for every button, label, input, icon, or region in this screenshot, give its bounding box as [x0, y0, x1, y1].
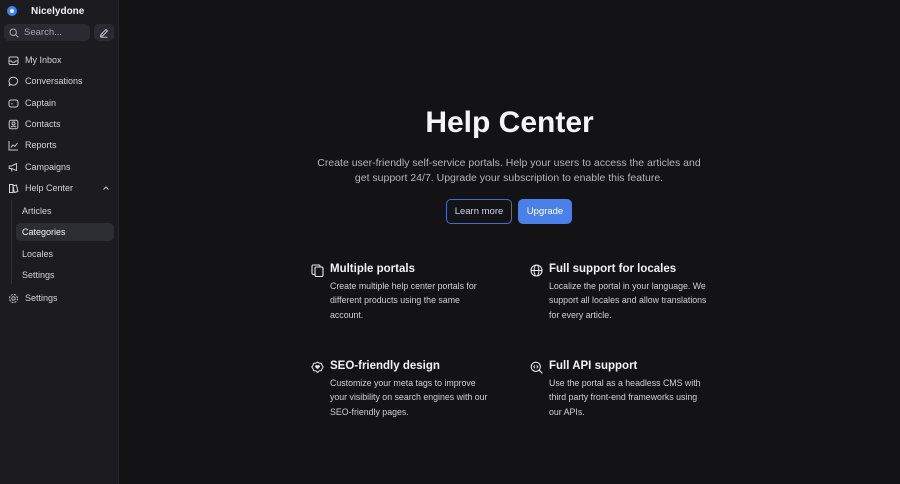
- sidebar-item-label: Settings: [25, 293, 58, 303]
- feature-title: Multiple portals: [330, 263, 415, 275]
- heart-badge-icon: [311, 361, 324, 373]
- submenu-guide-line: [11, 200, 12, 284]
- sidebar-subitem-label: Articles: [22, 206, 52, 216]
- sidebar-item-reports[interactable]: Reports: [4, 136, 114, 154]
- sidebar-item-label: Conversations: [25, 76, 83, 86]
- copy-pages-icon: [311, 264, 324, 277]
- brand-name: Nicelydone: [31, 5, 85, 17]
- chart-line-icon: [8, 140, 18, 150]
- search-code-icon: [530, 361, 543, 374]
- search-icon: [9, 27, 19, 38]
- captain-icon: [8, 99, 19, 107]
- feature-title: Full API support: [549, 360, 638, 372]
- sidebar-subitem-locales[interactable]: Locales: [16, 245, 114, 263]
- learn-more-button[interactable]: Learn more: [446, 199, 512, 224]
- feature-description: Customize your meta tags to improve your…: [330, 378, 488, 417]
- megaphone-icon: [8, 162, 17, 172]
- sidebar-subitem-categories[interactable]: Categories: [16, 223, 114, 241]
- feature-description: Localize the portal in your language. We…: [549, 281, 707, 320]
- search-box[interactable]: [4, 24, 90, 41]
- sidebar-item-captain[interactable]: Captain: [4, 94, 114, 112]
- sidebar-item-label: Help Center: [25, 183, 74, 193]
- sidebar-item-settings[interactable]: Settings: [4, 289, 114, 307]
- sidebar-subitem-label: Categories: [22, 227, 66, 237]
- pencil-icon: [100, 28, 108, 38]
- sidebar-subitem-label: Settings: [22, 270, 55, 280]
- sidebar-item-label: Contacts: [25, 119, 61, 129]
- sidebar-subitem-articles[interactable]: Articles: [16, 202, 114, 220]
- sidebar-item-label: Reports: [25, 140, 57, 150]
- sidebar-item-help-center[interactable]: Help Center: [4, 179, 114, 197]
- sidebar-item-label: My Inbox: [25, 55, 62, 65]
- feature-description: Create multiple help center portals for …: [330, 281, 477, 320]
- sidebar-item-conversations[interactable]: Conversations: [4, 72, 114, 90]
- chevron-up-icon[interactable]: [102, 184, 110, 192]
- book-icon: [9, 183, 19, 193]
- page-title: Help Center: [425, 106, 594, 139]
- globe-icon: [530, 264, 543, 277]
- chat-bubble-icon: [8, 76, 19, 86]
- page-description: Create user-friendly self-service portal…: [317, 157, 701, 184]
- sidebar-item-label: Campaigns: [25, 162, 71, 172]
- brand-logo-icon: [7, 6, 17, 16]
- sidebar-item-campaigns[interactable]: Campaigns: [4, 158, 114, 176]
- feature-description: Use the portal as a headless CMS with th…: [549, 378, 701, 417]
- feature-title: SEO-friendly design: [330, 360, 440, 372]
- brand[interactable]: Nicelydone: [7, 4, 84, 18]
- inbox-icon: [8, 56, 19, 65]
- sidebar-item-contacts[interactable]: Contacts: [4, 115, 114, 133]
- sidebar-subitem-label: Locales: [22, 249, 54, 259]
- compose-button[interactable]: [94, 24, 114, 41]
- feature-title: Full support for locales: [549, 263, 677, 275]
- search-input[interactable]: [24, 27, 86, 38]
- sidebar-item-my-inbox[interactable]: My Inbox: [4, 51, 114, 69]
- gear-icon: [9, 293, 18, 303]
- app-root: Nicelydone My Inbox Conversations Captai…: [0, 0, 900, 484]
- main-content: Help Center Create user-friendly self-se…: [119, 0, 900, 484]
- sidebar-item-label: Captain: [25, 98, 57, 108]
- upgrade-button[interactable]: Upgrade: [518, 199, 572, 224]
- contacts-icon: [8, 119, 19, 129]
- sidebar-subitem-settings[interactable]: Settings: [16, 266, 114, 284]
- sidebar: Nicelydone My Inbox Conversations Captai…: [0, 0, 119, 484]
